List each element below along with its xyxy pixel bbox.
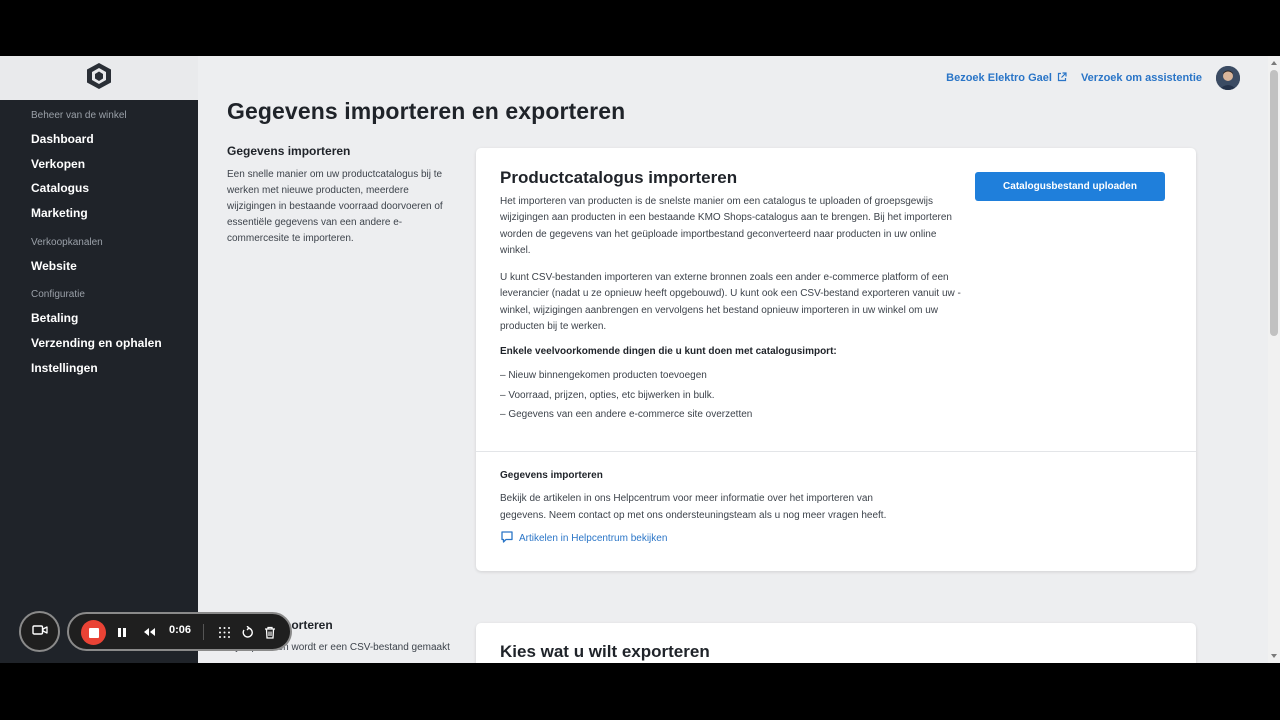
sidebar-item-catalog[interactable]: Catalogus (31, 176, 198, 201)
pause-button[interactable] (113, 623, 131, 641)
external-link-icon (1057, 71, 1067, 85)
nav-section-store-management: Beheer van de winkel Dashboard Verkopen … (0, 110, 198, 226)
sidebar-item-sales[interactable]: Verkopen (31, 152, 198, 177)
rewind-icon (143, 628, 155, 636)
letterbox-bottom (0, 663, 1280, 720)
sidebar-item-payment[interactable]: Betaling (31, 306, 198, 331)
help-text: Bekijk de artikelen in ons Helpcentrum v… (500, 493, 887, 521)
sidebar-item-shipping[interactable]: Verzending en ophalen (31, 331, 198, 356)
rewind-button[interactable] (140, 623, 158, 641)
help-center-link-label: Artikelen in Helpcentrum bekijken (519, 533, 668, 544)
upload-catalog-button[interactable]: Catalogusbestand uploaden (975, 172, 1165, 201)
main-content: Bezoek Elektro Gael Verzoek om assistent… (198, 56, 1268, 663)
video-camera-icon (31, 623, 48, 641)
scroll-thumb[interactable] (1270, 70, 1278, 336)
nav-section-title: Configuratie (31, 289, 85, 301)
common-uses-title: Enkele veelvoorkomende dingen die u kunt… (500, 346, 837, 357)
stop-icon (88, 627, 99, 638)
help-center-link[interactable]: Artikelen in Helpcentrum bekijken (500, 530, 667, 547)
scroll-down-icon[interactable] (1271, 654, 1277, 658)
nav-section-sales-channels: Verkoopkanalen Website (0, 237, 198, 279)
chat-bubble-icon (500, 530, 514, 547)
nav-section-configuration: Configuratie Betaling Verzending en opha… (0, 289, 198, 380)
topbar: Bezoek Elektro Gael Verzoek om assistent… (946, 66, 1240, 90)
common-uses-list: – Nieuw binnengekomen producten toevoege… (500, 366, 752, 425)
delete-button[interactable] (261, 623, 279, 641)
pause-icon (118, 627, 126, 637)
card-divider (476, 451, 1196, 452)
import-paragraph-2: U kunt CSV-bestanden importeren van exte… (500, 272, 961, 332)
sidebar-item-settings[interactable]: Instellingen (31, 356, 198, 381)
nav-section-title: Beheer van de winkel (31, 110, 127, 121)
scroll-up-icon[interactable] (1271, 61, 1277, 65)
import-intro-heading: Gegevens importeren (227, 144, 351, 158)
list-item: – Nieuw binnengekomen producten toevoege… (500, 370, 707, 381)
page-title: Gegevens importeren en exporteren (227, 98, 626, 124)
recorder-toolbar: 0:06 (67, 612, 292, 651)
store-logo-icon[interactable] (86, 62, 112, 95)
export-card: Kies wat u wilt exporteren (476, 623, 1196, 663)
logo-bar (0, 56, 198, 100)
import-card-title: Productcatalogus importeren (500, 168, 738, 187)
sidebar-item-website[interactable]: Website (31, 254, 198, 279)
toolbar-divider (203, 624, 204, 640)
trash-icon (265, 626, 275, 639)
stop-recording-button[interactable] (81, 620, 106, 645)
export-card-title: Kies wat u wilt exporteren (500, 642, 710, 661)
app-window: Beheer van de winkel Dashboard Verkopen … (0, 56, 1280, 663)
sidebar: Beheer van de winkel Dashboard Verkopen … (0, 56, 198, 663)
restart-button[interactable] (238, 623, 256, 641)
help-title: Gegevens importeren (500, 470, 603, 481)
recorder-camera-button[interactable] (19, 611, 60, 652)
recording-timer: 0:06 (169, 624, 192, 636)
list-item: – Gegevens van een andere e-commerce sit… (500, 409, 753, 420)
grid-button[interactable] (215, 623, 233, 641)
user-avatar[interactable] (1216, 66, 1240, 90)
import-intro-description: Een snelle manier om uw productcatalogus… (227, 169, 443, 244)
sidebar-item-dashboard[interactable]: Dashboard (31, 127, 198, 152)
visit-store-link[interactable]: Bezoek Elektro Gael (946, 71, 1067, 85)
nav-section-title: Verkoopkanalen (31, 236, 103, 248)
import-card: Productcatalogus importeren Catalogusbes… (476, 148, 1196, 571)
letterbox-top (0, 0, 1280, 56)
import-paragraph-1: Het importeren van producten is de snels… (500, 196, 952, 256)
request-assistance-link[interactable]: Verzoek om assistentie (1081, 72, 1202, 84)
page-scrollbar[interactable] (1268, 56, 1280, 663)
restart-icon (242, 625, 253, 638)
sidebar-item-marketing[interactable]: Marketing (31, 201, 198, 226)
list-item: – Voorraad, prijzen, opties, etc bijwerk… (500, 389, 715, 401)
grid-dots-icon (218, 626, 230, 638)
import-intro: Gegevens importeren Een snelle manier om… (227, 144, 452, 247)
visit-store-label: Bezoek Elektro Gael (946, 72, 1052, 84)
